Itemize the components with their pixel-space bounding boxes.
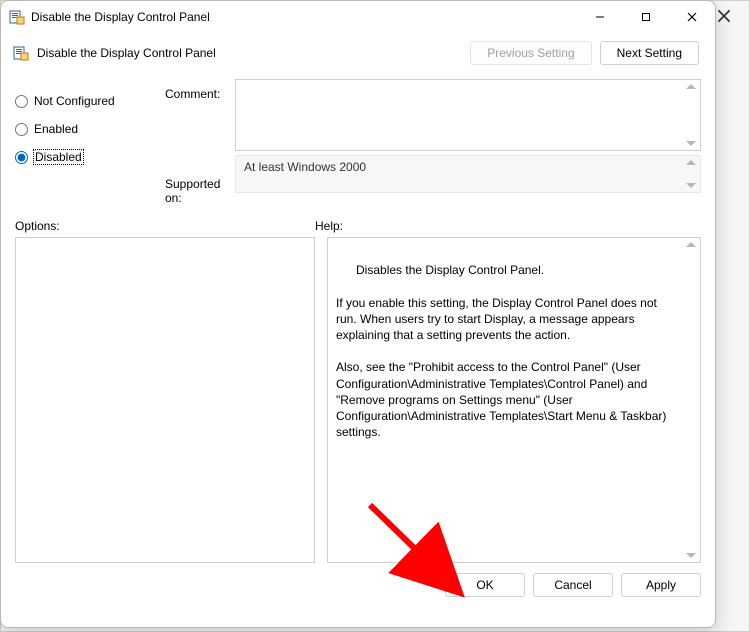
- next-setting-button[interactable]: Next Setting: [600, 41, 699, 65]
- supported-label: Supported on:: [165, 165, 235, 205]
- radio-disabled-input[interactable]: [15, 151, 28, 164]
- cancel-button[interactable]: Cancel: [533, 573, 613, 597]
- close-button[interactable]: [669, 1, 715, 33]
- radio-not-configured-input[interactable]: [15, 95, 28, 108]
- maximize-icon: [641, 12, 651, 22]
- apply-button[interactable]: Apply: [621, 573, 701, 597]
- help-label: Help:: [315, 219, 701, 233]
- scroll-up-icon: [686, 242, 696, 247]
- scroll-up-icon: [686, 160, 696, 165]
- radio-enabled-label: Enabled: [34, 122, 78, 136]
- comment-label: Comment:: [165, 79, 235, 101]
- minimize-icon: [595, 12, 605, 22]
- radio-enabled-input[interactable]: [15, 123, 28, 136]
- help-text: Disables the Display Control Panel. If y…: [336, 263, 670, 439]
- help-panel: Disables the Display Control Panel. If y…: [327, 237, 701, 563]
- gpedit-icon: [9, 9, 25, 25]
- titlebar: Disable the Display Control Panel: [1, 1, 715, 33]
- policy-icon: [13, 45, 29, 61]
- title-text: Disable the Display Control Panel: [31, 10, 577, 24]
- radio-not-configured-label: Not Configured: [34, 94, 115, 108]
- radio-disabled-label: Disabled: [34, 150, 83, 164]
- policy-dialog: Disable the Display Control Panel: [0, 0, 716, 628]
- scroll-down-icon: [686, 183, 696, 188]
- ok-button[interactable]: OK: [445, 573, 525, 597]
- options-panel: [15, 237, 315, 563]
- maximize-button[interactable]: [623, 1, 669, 33]
- supported-box: At least Windows 2000: [235, 155, 701, 193]
- minimize-button[interactable]: [577, 1, 623, 33]
- scroll-down-icon: [686, 553, 696, 558]
- radio-not-configured[interactable]: Not Configured: [15, 87, 165, 115]
- subtitle-text: Disable the Display Control Panel: [37, 46, 470, 60]
- scroll-down-icon: [686, 141, 696, 146]
- radio-enabled[interactable]: Enabled: [15, 115, 165, 143]
- dialog-footer: OK Cancel Apply: [1, 563, 715, 607]
- previous-setting-button[interactable]: Previous Setting: [470, 41, 591, 65]
- close-icon: [687, 12, 697, 22]
- scroll-up-icon: [686, 84, 696, 89]
- subtitle-row: Disable the Display Control Panel Previo…: [1, 33, 715, 69]
- close-icon: [717, 9, 731, 23]
- radio-group: Not Configured Enabled Disabled: [15, 79, 165, 205]
- supported-value: At least Windows 2000: [244, 160, 366, 174]
- comment-textarea[interactable]: [235, 79, 701, 151]
- radio-disabled[interactable]: Disabled: [15, 143, 165, 171]
- options-label: Options:: [15, 219, 315, 233]
